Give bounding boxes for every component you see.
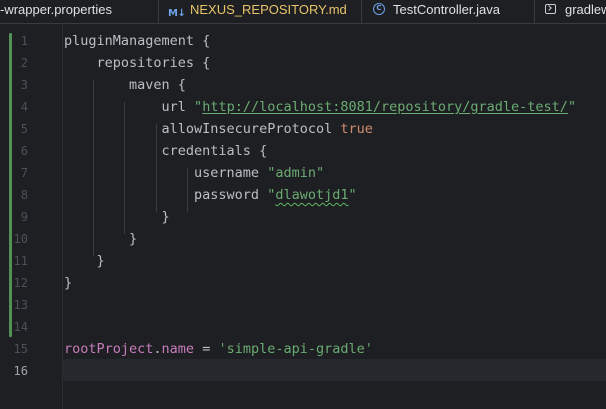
- tab-label: TestController.java: [393, 2, 500, 17]
- line-number: 10: [13, 232, 28, 246]
- tab-nexus-repository-md[interactable]: M↓ NEXUS_REPOSITORY.md: [168, 0, 347, 23]
- code-line[interactable]: maven {: [64, 74, 186, 96]
- code-token: allowInsecureProtocol: [64, 121, 341, 137]
- code-token: repositories {: [64, 55, 211, 71]
- code-token: username: [64, 165, 268, 181]
- current-line-highlight: [0, 359, 606, 381]
- line-number: 5: [20, 122, 28, 136]
- code-token: }: [64, 253, 105, 269]
- terminal-file-icon: [545, 4, 556, 14]
- line-number: 2: [20, 56, 28, 70]
- code-line[interactable]: credentials {: [64, 140, 268, 162]
- code-token: dlawotjd1: [275, 187, 349, 203]
- code-token: http://localhost:8081/repository/gradle-…: [202, 99, 568, 115]
- line-number: 12: [13, 276, 28, 290]
- code-line[interactable]: password "dlawotjd1": [64, 184, 357, 206]
- tab-divider: [158, 0, 159, 23]
- editor-tab-bar: -wrapper.properties M↓ NEXUS_REPOSITORY.…: [0, 0, 606, 24]
- code-line[interactable]: allowInsecureProtocol true: [64, 118, 373, 140]
- code-token: "admin": [267, 165, 325, 181]
- tab-gradlew[interactable]: gradlew: [545, 0, 606, 23]
- tab-gradle-wrapper-properties[interactable]: -wrapper.properties: [0, 0, 112, 23]
- line-number: 16: [13, 364, 28, 378]
- line-number: 8: [20, 188, 28, 202]
- code-token: =: [194, 341, 219, 357]
- code-token: 'simple-api-gradle': [218, 341, 373, 357]
- code-token: password: [64, 187, 268, 203]
- code-token: }: [64, 231, 138, 247]
- tab-label: gradlew: [565, 2, 606, 17]
- tab-label: NEXUS_REPOSITORY.md: [190, 2, 347, 17]
- tab-divider: [534, 0, 535, 23]
- code-line[interactable]: repositories {: [64, 52, 211, 74]
- line-number: 4: [20, 100, 28, 114]
- code-line[interactable]: pluginManagement {: [64, 30, 210, 52]
- line-number: 15: [13, 342, 28, 356]
- markdown-file-icon: M↓: [168, 8, 186, 19]
- code-line[interactable]: url "http://localhost:8081/repository/gr…: [64, 96, 577, 118]
- code-token: ": [194, 99, 203, 115]
- code-token: url: [64, 99, 195, 115]
- line-number: 3: [20, 78, 28, 92]
- code-line[interactable]: }: [64, 272, 72, 294]
- code-line[interactable]: }: [64, 228, 137, 250]
- code-line[interactable]: rootProject.name = 'simple-api-gradle': [64, 338, 373, 360]
- code-token: true: [340, 121, 373, 137]
- code-token: .: [153, 341, 162, 357]
- code-token: ": [567, 99, 577, 115]
- line-number: 6: [20, 144, 28, 158]
- line-number: 14: [13, 320, 28, 334]
- code-token: ": [348, 187, 357, 203]
- line-number: 11: [13, 254, 28, 268]
- tab-test-controller-java[interactable]: C TestController.java: [373, 0, 500, 23]
- tab-divider: [361, 0, 362, 23]
- code-line[interactable]: }: [64, 206, 170, 228]
- line-number: 7: [20, 166, 28, 180]
- code-line[interactable]: username "admin": [64, 162, 324, 184]
- line-number: 13: [13, 298, 28, 312]
- code-token: maven {: [64, 77, 186, 93]
- line-number: 1: [20, 34, 28, 48]
- line-number: 9: [20, 210, 28, 224]
- code-token: name: [161, 341, 195, 357]
- code-token: pluginManagement {: [64, 33, 211, 49]
- code-token: }: [64, 275, 73, 291]
- code-token: }: [64, 209, 170, 225]
- code-token: credentials {: [64, 143, 268, 159]
- code-line[interactable]: }: [64, 250, 105, 272]
- tab-label: -wrapper.properties: [0, 2, 112, 17]
- code-token: rootProject: [64, 341, 154, 357]
- java-class-icon: C: [373, 3, 385, 15]
